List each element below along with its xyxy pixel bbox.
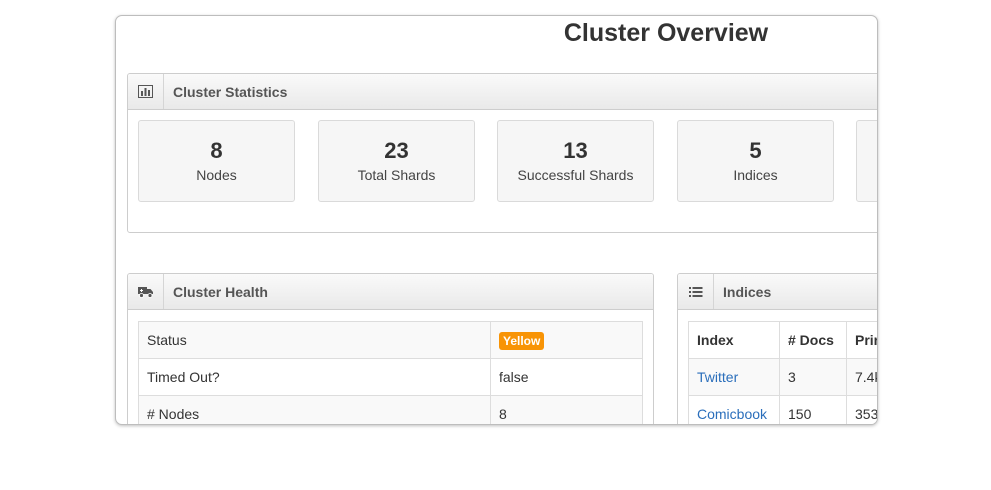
stat-value: 5 (749, 138, 762, 163)
column-header-index[interactable]: Index (688, 321, 780, 359)
stat-value: 23 (384, 138, 409, 163)
index-link[interactable]: Twitter (697, 369, 738, 385)
table-row: # Nodes 8 (138, 395, 643, 424)
indices-title: Indices (723, 283, 772, 300)
cluster-health-title: Cluster Health (173, 283, 268, 300)
stat-label: Total Shards (357, 167, 436, 183)
stat-nodes: 8 Nodes (138, 120, 295, 202)
stat-label: Successful Shards (517, 167, 634, 183)
cluster-statistics-panel: Cluster Statistics 8 Nodes 23 Total Shar… (127, 73, 877, 233)
table-row: Timed Out? false (138, 358, 643, 396)
cluster-health-table: Status Yellow Timed Out? false # Nodes 8 (138, 321, 643, 424)
cluster-statistics-header: Cluster Statistics (128, 74, 877, 110)
stat-total-shards: 23 Total Shards (318, 120, 475, 202)
stat-label: Nodes (196, 167, 237, 183)
status-badge: Yellow (499, 332, 545, 350)
app-window: Cluster Overview Cluster Statistics 8 No… (115, 15, 878, 425)
health-label: Status (138, 321, 491, 359)
index-name-cell: Twitter (688, 358, 780, 396)
docs-cell: 3 (779, 358, 847, 396)
stat-value: 13 (563, 138, 588, 163)
page-title: Cluster Overview (563, 19, 769, 47)
health-value: false (490, 358, 643, 396)
column-header-primary[interactable]: Prir (846, 321, 877, 359)
bar-chart-icon (128, 74, 164, 109)
cluster-health-header: Cluster Health (128, 274, 653, 310)
stat-indices: 5 Indices (677, 120, 834, 202)
indices-table: Index # Docs Prir Twitter 3 7.4k Comicbo… (688, 321, 877, 424)
table-row: Twitter 3 7.4k (688, 358, 877, 396)
health-value: 8 (490, 395, 643, 424)
stat-box-partial (856, 120, 877, 202)
index-link[interactable]: Comicbook (697, 406, 767, 422)
health-label: Timed Out? (138, 358, 491, 396)
docs-cell: 150 (779, 395, 847, 424)
health-value-cell: Yellow (490, 321, 643, 359)
index-name-cell: Comicbook (688, 395, 780, 424)
cluster-statistics-title: Cluster Statistics (173, 83, 288, 100)
table-header-row: Index # Docs Prir (688, 321, 877, 359)
column-header-docs[interactable]: # Docs (779, 321, 847, 359)
table-row: Status Yellow (138, 321, 643, 359)
list-icon (678, 274, 714, 309)
primary-size-cell: 7.4k (846, 358, 877, 396)
stat-value: 8 (210, 138, 223, 163)
health-label: # Nodes (138, 395, 491, 424)
table-row: Comicbook 150 353 (688, 395, 877, 424)
indices-header: Indices (678, 274, 877, 310)
stat-label: Indices (733, 167, 778, 183)
truck-icon (128, 274, 164, 309)
stat-successful-shards: 13 Successful Shards (497, 120, 654, 202)
cluster-health-panel: Cluster Health Status Yellow Timed Out? … (127, 273, 654, 424)
primary-size-cell: 353 (846, 395, 877, 424)
indices-panel: Indices Index # Docs Prir Twitter 3 7.4k… (677, 273, 877, 424)
